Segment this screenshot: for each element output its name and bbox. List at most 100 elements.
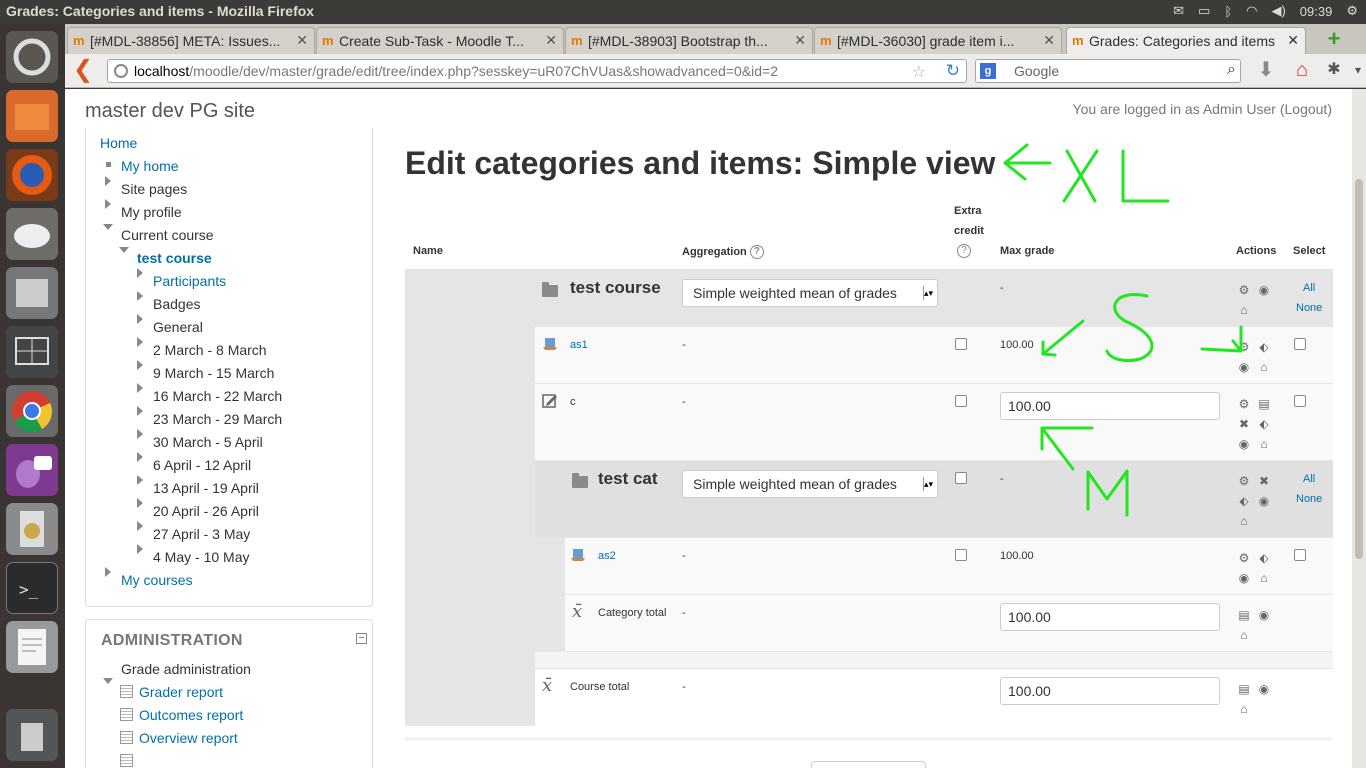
- tab-mdl-38903[interactable]: m [#MDL-38903] Bootstrap th... ✕: [565, 27, 813, 54]
- nav-week[interactable]: 16 March - 22 March: [153, 388, 282, 404]
- select-none-link[interactable]: None: [1296, 302, 1322, 314]
- wifi-icon[interactable]: ◠: [1246, 3, 1257, 19]
- max-grade-input[interactable]: 100.00: [1000, 677, 1220, 705]
- expand-icon[interactable]: [137, 268, 143, 278]
- search-bar[interactable]: g Google ⌕: [975, 59, 1241, 83]
- nav-week[interactable]: 27 April - 3 May: [153, 526, 250, 542]
- lock-icon[interactable]: ⌂: [1238, 629, 1250, 641]
- page-scrollbar[interactable]: [1352, 89, 1366, 768]
- select-checkbox[interactable]: [1294, 338, 1306, 350]
- nav-week[interactable]: 6 April - 12 April: [153, 457, 251, 473]
- expand-icon[interactable]: [137, 383, 143, 393]
- select-checkbox[interactable]: [1294, 395, 1306, 407]
- volume-icon[interactable]: ◀): [1271, 3, 1285, 19]
- select-all-link[interactable]: All: [1303, 473, 1315, 485]
- speaker-icon[interactable]: [6, 503, 58, 555]
- lock-icon[interactable]: ⌂: [1238, 515, 1250, 527]
- expand-icon[interactable]: [137, 314, 143, 324]
- calculator-icon[interactable]: ▤: [1258, 398, 1270, 410]
- move-icon[interactable]: ⬖: [1258, 341, 1270, 353]
- files-icon[interactable]: [6, 90, 58, 142]
- gear-icon[interactable]: ⚙: [1238, 475, 1250, 487]
- expand-icon[interactable]: [137, 521, 143, 531]
- expand-icon[interactable]: [137, 452, 143, 462]
- nav-my-courses[interactable]: My courses: [121, 572, 193, 588]
- gear-icon[interactable]: ⚙: [1238, 284, 1250, 296]
- addon-icon[interactable]: ✱: [1323, 60, 1345, 82]
- collapse-icon[interactable]: [119, 247, 129, 253]
- eye-icon[interactable]: ◉: [1238, 438, 1250, 450]
- nav-overview-report[interactable]: Overview report: [139, 730, 238, 746]
- expand-icon[interactable]: [137, 406, 143, 416]
- nav-week[interactable]: 20 April - 26 April: [153, 503, 259, 519]
- gear-icon[interactable]: ⚙: [1346, 3, 1358, 19]
- clock[interactable]: 09:39: [1300, 4, 1333, 19]
- nav-participants[interactable]: Participants: [153, 273, 226, 289]
- eye-icon[interactable]: ◉: [1258, 495, 1270, 507]
- tab-mdl-38856[interactable]: m [#MDL-38856] META: Issues... ✕: [67, 27, 315, 54]
- battery-icon[interactable]: ▭: [1198, 3, 1210, 19]
- nav-week[interactable]: 13 April - 19 April: [153, 480, 259, 496]
- close-tab-icon[interactable]: ✕: [1043, 32, 1055, 49]
- lock-icon[interactable]: ⌂: [1258, 438, 1270, 450]
- expand-icon[interactable]: [105, 176, 111, 186]
- eye-icon[interactable]: ◉: [1258, 609, 1270, 621]
- mail-icon[interactable]: ✉: [1173, 3, 1184, 19]
- nav-current-course[interactable]: Current course: [121, 227, 214, 243]
- nav-grade-administration[interactable]: Grade administration: [121, 661, 251, 677]
- max-grade-input[interactable]: 100.00: [1000, 392, 1220, 420]
- move-icon[interactable]: ⬖: [1238, 495, 1250, 507]
- text-editor-icon[interactable]: [6, 621, 58, 673]
- select-none-link[interactable]: None: [1296, 493, 1322, 505]
- nav-outcomes-report[interactable]: Outcomes report: [139, 707, 243, 723]
- site-name[interactable]: master dev PG site: [85, 100, 255, 123]
- eye-icon[interactable]: ◉: [1258, 683, 1270, 695]
- tab-create-subtask[interactable]: m Create Sub-Task - Moodle T... ✕: [316, 27, 564, 54]
- workspace-switcher-icon[interactable]: [6, 326, 58, 378]
- move-icon[interactable]: ⬖: [1258, 552, 1270, 564]
- user-link[interactable]: Admin User: [1203, 101, 1276, 117]
- nav-site-pages[interactable]: Site pages: [121, 181, 187, 197]
- new-tab-button[interactable]: +: [1320, 28, 1348, 51]
- nav-week[interactable]: 9 March - 15 March: [153, 365, 274, 381]
- back-button[interactable]: ❮: [73, 58, 97, 83]
- calculator-icon[interactable]: ▤: [1238, 609, 1250, 621]
- home-icon[interactable]: ⌂: [1291, 60, 1313, 82]
- nav-week[interactable]: 23 March - 29 March: [153, 411, 282, 427]
- download-icon[interactable]: ⬇: [1255, 60, 1277, 82]
- help-icon[interactable]: ?: [957, 244, 971, 258]
- scrollbar-thumb[interactable]: [1355, 179, 1363, 559]
- nav-home[interactable]: Home: [100, 135, 137, 151]
- collapse-icon[interactable]: [103, 224, 113, 230]
- logout-link[interactable]: (Logout): [1280, 101, 1332, 117]
- gear-icon[interactable]: ⚙: [1238, 552, 1250, 564]
- expand-icon[interactable]: [137, 337, 143, 347]
- nav-general[interactable]: General: [153, 319, 203, 335]
- expand-icon[interactable]: [137, 360, 143, 370]
- bookmark-star-icon[interactable]: ☆: [912, 62, 926, 82]
- pidgin-icon[interactable]: [6, 444, 58, 496]
- ubuntu-dash-icon[interactable]: [6, 31, 58, 83]
- tab-mdl-36030[interactable]: m [#MDL-36030] grade item i... ✕: [814, 27, 1062, 54]
- lock-icon[interactable]: ⌂: [1258, 572, 1270, 584]
- extra-credit-checkbox[interactable]: [955, 472, 967, 484]
- gear-icon[interactable]: ⚙: [1238, 398, 1250, 410]
- extra-credit-checkbox[interactable]: [955, 338, 967, 350]
- gear-icon[interactable]: ⚙: [1238, 341, 1250, 353]
- eye-icon[interactable]: ◉: [1258, 284, 1270, 296]
- lock-icon[interactable]: ⌂: [1238, 703, 1250, 715]
- nav-week[interactable]: 2 March - 8 March: [153, 342, 267, 358]
- expand-icon[interactable]: [137, 475, 143, 485]
- save-changes-button[interactable]: [811, 761, 926, 768]
- google-icon[interactable]: g: [980, 63, 996, 79]
- collapse-icon[interactable]: [103, 678, 113, 684]
- expand-icon[interactable]: [137, 498, 143, 508]
- nav-test-course[interactable]: test course: [137, 250, 212, 266]
- aggregation-select[interactable]: Simple weighted mean of grades ▴▾: [682, 279, 938, 307]
- close-tab-icon[interactable]: ✕: [1287, 32, 1299, 49]
- expand-icon[interactable]: [105, 199, 111, 209]
- close-tab-icon[interactable]: ✕: [545, 32, 557, 49]
- expand-icon[interactable]: [137, 544, 143, 554]
- collapse-block-icon[interactable]: –: [356, 633, 367, 644]
- grade-item-name[interactable]: as1: [570, 339, 588, 351]
